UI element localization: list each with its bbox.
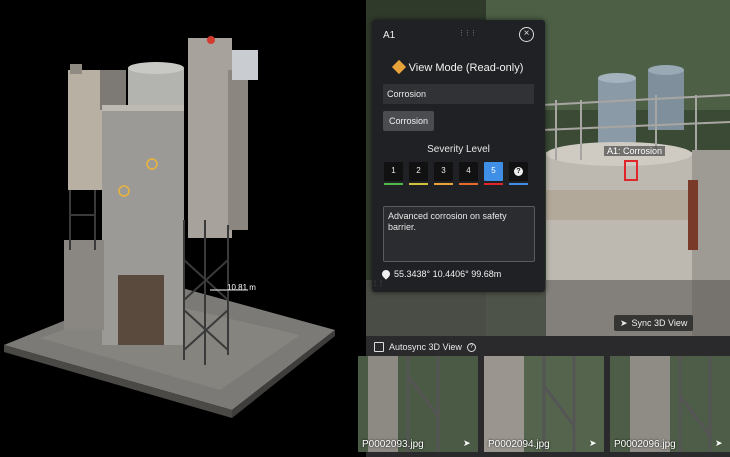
thumbnail-name: P0002093.jpg (362, 439, 424, 450)
description-field[interactable]: Advanced corrosion on safety barrier. (383, 206, 535, 262)
severity-button-3[interactable]: 3 (434, 162, 453, 185)
app-root: 10.81 m A1: Corrosion ➤ Sync 3D View A1 … (0, 0, 730, 457)
navigate-arrow-icon[interactable]: ➤ (589, 439, 598, 448)
thumbnail[interactable]: P0002093.jpg ➤ (358, 356, 478, 452)
navigate-arrow-icon[interactable]: ➤ (715, 439, 724, 448)
view-mode-label: View Mode (Read-only) (372, 59, 545, 75)
sync-3d-view-label: Sync 3D View (631, 318, 688, 328)
warning-diamond-icon (391, 59, 406, 75)
photo-filmstrip: Autosync 3D View ? P0002093.jpg ➤ P00020… (358, 336, 730, 457)
sync-3d-view-button[interactable]: ➤ Sync 3D View (614, 315, 694, 331)
severity-button-4[interactable]: 4 (459, 162, 478, 185)
view-mode-text: View Mode (Read-only) (408, 62, 524, 74)
annotation-name-field[interactable] (383, 84, 534, 104)
coordinates-text: 55.3438° 10.4406° 99.68m (394, 269, 502, 279)
measurement-label: 10.81 m (227, 283, 256, 292)
severity-button-label: 1 (391, 166, 396, 175)
close-button[interactable]: × (519, 27, 534, 42)
thumbnail-image (610, 356, 730, 452)
tag-chip[interactable]: Corrosion (383, 111, 435, 131)
severity-button-5[interactable]: 5 (484, 162, 503, 185)
severity-selector: 1 2 3 4 5? (384, 162, 528, 185)
thumbnail[interactable]: P0002094.jpg ➤ (484, 356, 604, 452)
thumbnail-image (484, 356, 604, 452)
autosync-toggle[interactable]: Autosync 3D View ? (374, 342, 476, 352)
severity-button-label: 2 (416, 166, 421, 175)
panel-title: A1 (383, 30, 396, 41)
annotation-marker-box[interactable] (624, 160, 638, 181)
severity-button-label: 4 (466, 166, 471, 175)
navigate-arrow-icon[interactable]: ➤ (463, 439, 472, 448)
model-3d-viewport[interactable]: 10.81 m (0, 0, 366, 457)
location-pin-icon (380, 268, 392, 280)
thumbnail-image (358, 356, 478, 452)
close-icon: × (523, 28, 530, 39)
severity-button-2[interactable]: 2 (409, 162, 428, 185)
resize-grip-icon[interactable]: ⋮⋮ (372, 281, 384, 290)
severity-unknown-button[interactable]: ? (509, 162, 528, 185)
annotation-panel: A1 ⋮⋮⋮ × View Mode (Read-only) Corrosion… (372, 20, 545, 292)
drag-handle-icon[interactable]: ⋮⋮⋮ (458, 30, 477, 40)
thumbnail[interactable]: P0002096.jpg ➤ (610, 356, 730, 452)
severity-button-1[interactable]: 1 (384, 162, 403, 185)
navigate-arrow-icon: ➤ (620, 317, 628, 328)
annotation-label[interactable]: A1: Corrosion (604, 146, 666, 156)
severity-button-label: ? (514, 167, 523, 176)
severity-button-label: 3 (441, 166, 446, 175)
autosync-checkbox[interactable] (374, 342, 384, 352)
severity-button-label: 5 (491, 166, 496, 175)
autosync-label: Autosync 3D View (389, 342, 462, 352)
silo-3d-model[interactable] (0, 0, 366, 457)
help-icon[interactable]: ? (466, 342, 476, 352)
thumbnail-name: P0002096.jpg (614, 439, 676, 450)
thumbnail-name: P0002094.jpg (488, 439, 550, 450)
severity-level-label: Severity Level (427, 144, 490, 155)
coordinates-readout: 55.3438° 10.4406° 99.68m (380, 268, 502, 280)
